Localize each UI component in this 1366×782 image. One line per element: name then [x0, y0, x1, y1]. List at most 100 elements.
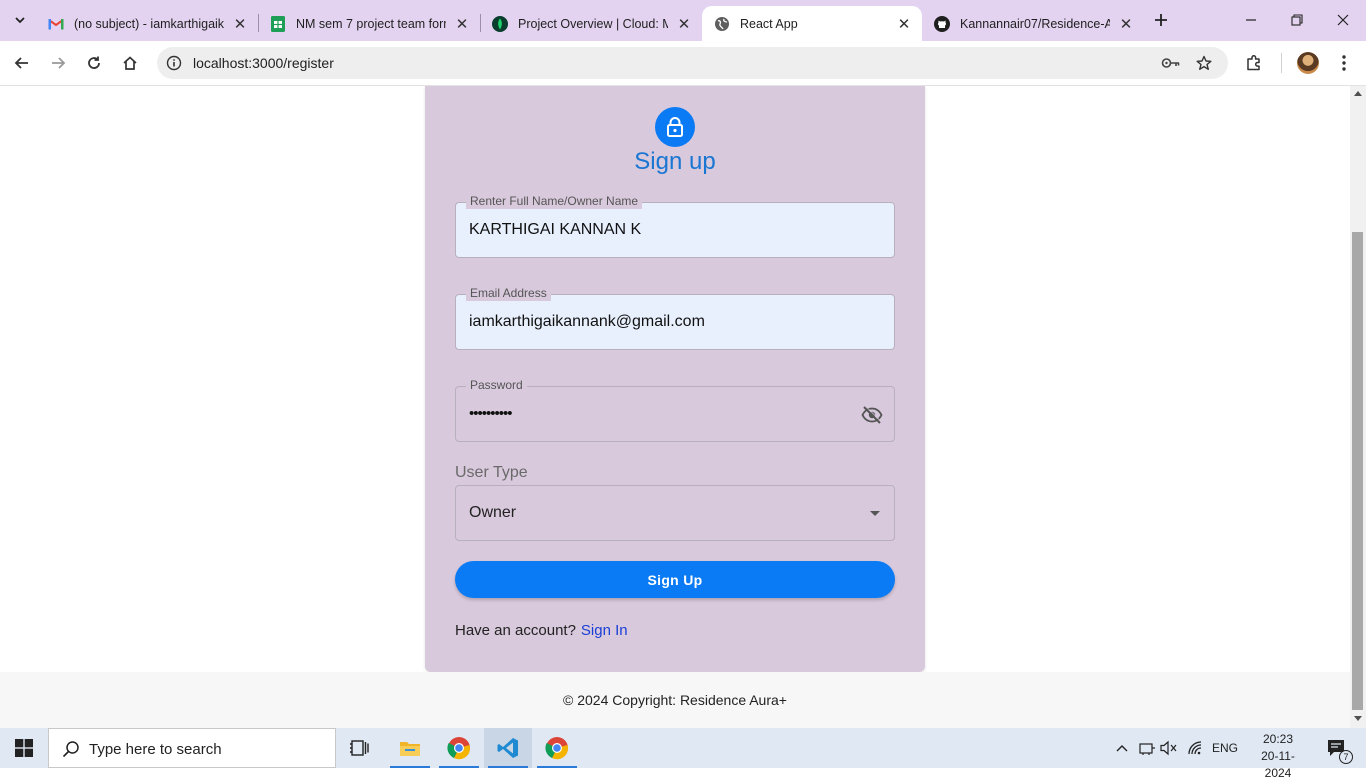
full-name-field[interactable]: Renter Full Name/Owner Name KARTHIGAI KA…	[455, 193, 895, 258]
full-name-value: KARTHIGAI KANNAN K	[469, 221, 642, 238]
mongodb-icon	[492, 15, 508, 32]
search-icon	[62, 741, 79, 758]
tab-title: Project Overview | Cloud: MongoDB	[518, 16, 668, 31]
browser-menu-button[interactable]	[1330, 49, 1358, 77]
tab-mongodb[interactable]: Project Overview | Cloud: MongoDB ✕	[480, 6, 702, 41]
sign-in-link[interactable]: Sign In	[581, 622, 628, 639]
visibility-off-icon[interactable]	[860, 403, 884, 427]
chevron-down-icon	[15, 17, 25, 24]
browser-toolbar: localhost:3000/register	[0, 41, 1366, 86]
password-key-icon[interactable]	[1161, 53, 1181, 73]
lock-avatar	[655, 107, 695, 147]
email-value: iamkarthigaikannank@gmail.com	[469, 313, 705, 330]
show-hidden-icons-button[interactable]	[1112, 728, 1132, 768]
password-field[interactable]: Password ••••••••••	[455, 377, 895, 442]
wifi-status[interactable]	[1184, 728, 1208, 768]
tab-title: React App	[740, 16, 798, 31]
file-explorer-app[interactable]	[386, 728, 434, 768]
tab-react-app[interactable]: React App ✕	[702, 6, 922, 41]
more-vertical-icon	[1342, 55, 1346, 71]
chevron-up-icon	[1116, 745, 1128, 752]
sheets-icon	[270, 15, 286, 32]
vscode-app[interactable]	[484, 728, 532, 768]
home-button[interactable]	[116, 49, 144, 77]
restore-icon	[1291, 14, 1303, 26]
signup-card: Sign up Renter Full Name/Owner Name KART…	[425, 86, 925, 672]
chrome-app[interactable]	[435, 728, 483, 768]
notifications-button[interactable]: 7	[1320, 728, 1354, 768]
tab-title: Kannannair07/Residence-Aura	[960, 16, 1110, 31]
email-field[interactable]: Email Address iamkarthigaikannank@gmail.…	[455, 285, 895, 350]
vscode-icon	[497, 738, 518, 758]
sign-up-button[interactable]: Sign Up	[455, 561, 895, 598]
tab-sheets[interactable]: NM sem 7 project team formation ✕	[258, 6, 480, 41]
user-type-label: User Type	[455, 464, 528, 481]
tab-title: (no subject) - iamkarthigaikannank@gmail…	[74, 16, 224, 31]
full-name-label: Renter Full Name/Owner Name	[466, 193, 643, 209]
volume-control[interactable]	[1158, 728, 1180, 768]
close-icon[interactable]: ✕	[1116, 14, 1136, 34]
tab-title: NM sem 7 project team formation	[296, 16, 446, 31]
clock-time: 20:23	[1262, 732, 1294, 746]
network-status[interactable]	[1136, 728, 1158, 768]
address-bar[interactable]: localhost:3000/register	[157, 47, 1228, 79]
close-icon[interactable]: ✕	[452, 14, 472, 34]
tab-search-button[interactable]	[6, 7, 34, 33]
scroll-up-arrow-icon[interactable]	[1354, 91, 1362, 96]
browser-tabstrip: (no subject) - iamkarthigaikannank@gmail…	[0, 0, 1366, 41]
language-indicator[interactable]: ENG	[1208, 728, 1242, 768]
email-label: Email Address	[466, 285, 551, 301]
back-button[interactable]	[8, 49, 36, 77]
close-icon[interactable]: ✕	[674, 14, 694, 34]
minimize-icon	[1246, 19, 1256, 21]
url-text: localhost:3000/register	[193, 55, 334, 71]
bookmark-star-icon[interactable]	[1194, 53, 1214, 73]
close-icon	[1337, 14, 1349, 26]
profile-avatar[interactable]	[1297, 52, 1319, 74]
github-icon	[934, 15, 950, 32]
puzzle-icon	[1247, 54, 1260, 71]
close-icon[interactable]: ✕	[894, 14, 914, 34]
scroll-down-arrow-icon[interactable]	[1354, 716, 1362, 721]
ethernet-icon	[1139, 743, 1155, 755]
page-content: Sign up Renter Full Name/Owner Name KART…	[0, 86, 1350, 728]
new-tab-button[interactable]	[1149, 8, 1173, 32]
tab-github[interactable]: Kannannair07/Residence-Aura ✕	[922, 6, 1144, 41]
taskbar-search-box[interactable]: Type here to search	[48, 728, 336, 768]
footer: © 2024 Copyright: Residence Aura+	[0, 672, 1350, 728]
close-icon[interactable]: ✕	[230, 14, 250, 34]
have-account-text: Have an account?	[455, 622, 576, 639]
restore-button[interactable]	[1274, 0, 1320, 40]
chrome-app-2[interactable]	[533, 728, 581, 768]
password-label: Password	[466, 377, 527, 393]
info-icon[interactable]	[163, 52, 185, 74]
password-value: ••••••••••	[469, 405, 513, 422]
toolbar-divider	[1281, 53, 1282, 73]
task-view-button[interactable]	[336, 728, 384, 768]
forward-button[interactable]	[44, 49, 72, 77]
lock-icon	[667, 117, 683, 137]
system-clock[interactable]: 20:23 20-11-2024	[1248, 731, 1308, 782]
reload-button[interactable]	[80, 49, 108, 77]
task-view-icon	[350, 740, 369, 756]
chrome-icon	[447, 737, 470, 760]
arrow-left-icon	[14, 57, 28, 69]
folder-icon	[400, 742, 420, 756]
close-window-button[interactable]	[1320, 0, 1366, 40]
arrow-right-icon	[52, 57, 66, 69]
have-account-row: Have an account? Sign In	[455, 622, 628, 639]
home-icon	[123, 56, 137, 70]
tab-gmail[interactable]: (no subject) - iamkarthigaikannank@gmail…	[36, 6, 258, 41]
notification-count-badge: 7	[1339, 750, 1353, 764]
user-type-select[interactable]: Owner	[455, 485, 895, 541]
globe-icon	[714, 16, 730, 32]
scrollbar-thumb[interactable]	[1352, 232, 1363, 710]
user-type-value: Owner	[469, 504, 517, 521]
minimize-button[interactable]	[1228, 0, 1274, 40]
windows-taskbar: Type here to search ENG 20:23 20-11-2024…	[0, 728, 1366, 780]
page-scrollbar[interactable]	[1350, 86, 1366, 728]
windows-logo-icon	[15, 739, 33, 757]
clock-date: 20-11-2024	[1261, 749, 1295, 780]
extensions-button[interactable]	[1240, 49, 1268, 77]
start-button[interactable]	[0, 728, 48, 768]
